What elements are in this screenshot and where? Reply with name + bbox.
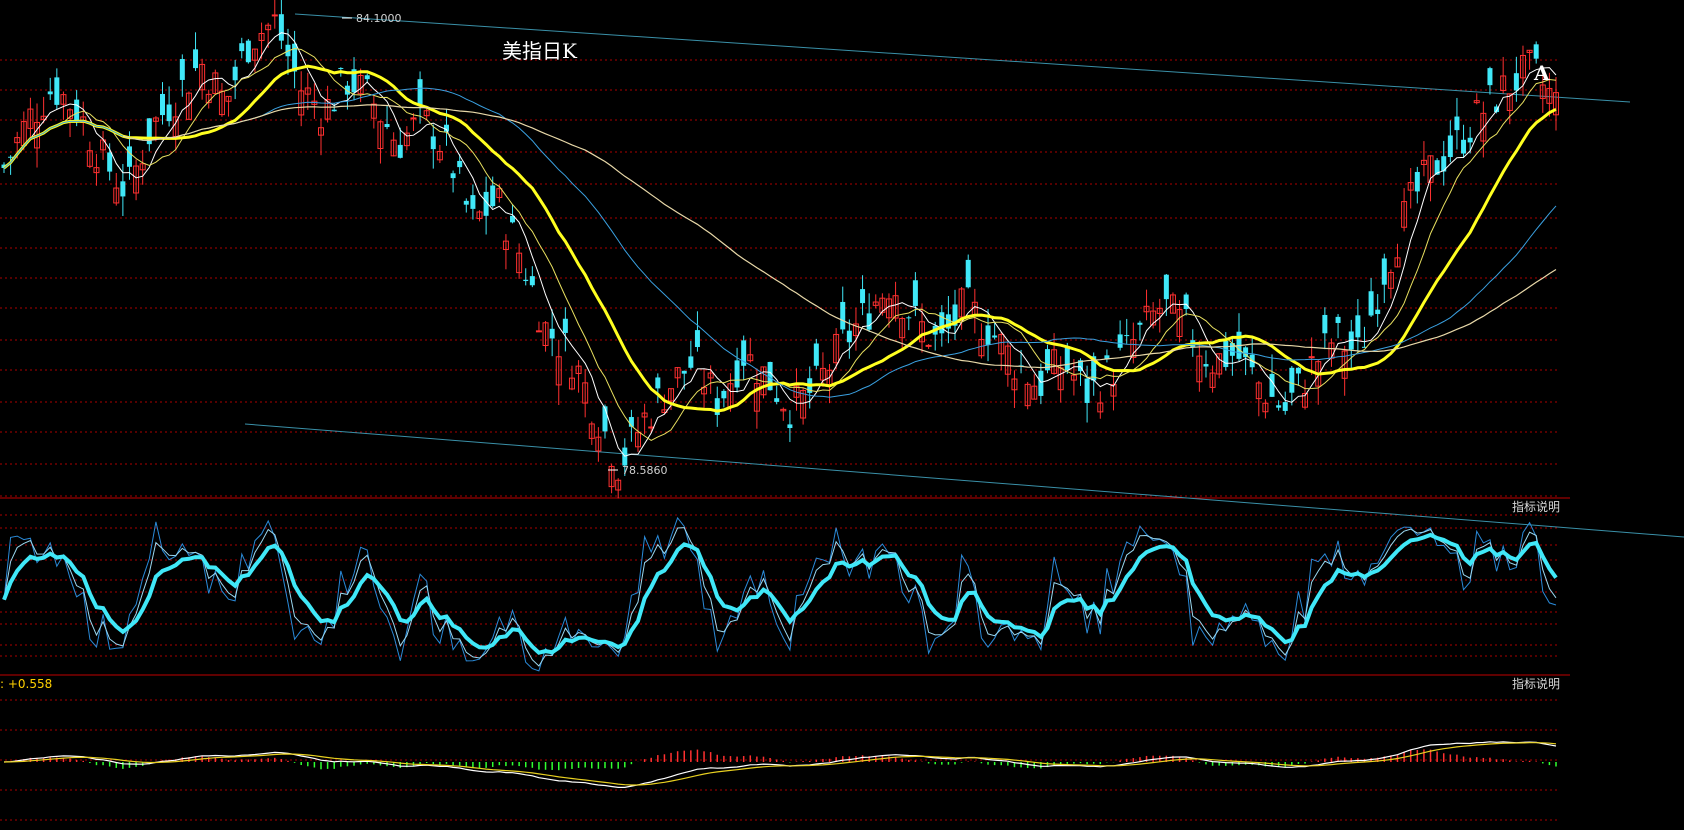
candle-body xyxy=(1137,322,1143,325)
candle-body xyxy=(1117,334,1123,348)
candle-body xyxy=(602,406,608,432)
candle-body xyxy=(1461,139,1467,154)
candle-body xyxy=(912,280,918,306)
candle-body xyxy=(721,390,727,399)
candle-body xyxy=(410,117,417,120)
candle-body xyxy=(694,330,700,348)
candle-body xyxy=(787,424,793,429)
candle-body xyxy=(166,104,172,122)
candle-body xyxy=(774,398,780,402)
candle-body xyxy=(126,146,132,167)
candle-body xyxy=(397,144,403,158)
candle-body xyxy=(1295,367,1301,374)
candle-body xyxy=(1322,314,1328,334)
candle-body xyxy=(107,152,113,172)
candle-body xyxy=(1414,171,1420,192)
candle-body xyxy=(430,136,436,150)
candle-body xyxy=(8,156,14,158)
candle-body xyxy=(734,360,740,388)
candle-body xyxy=(463,200,469,205)
candle-body xyxy=(120,181,126,197)
candle-body xyxy=(1308,356,1315,359)
candle-body xyxy=(74,99,80,122)
candle-body xyxy=(813,343,819,366)
candle-body xyxy=(232,66,238,81)
candle-body xyxy=(160,93,166,116)
kdj-indicator-help-button[interactable]: 指标说明 xyxy=(1512,499,1560,514)
candle-body xyxy=(860,289,866,304)
chart-title: 美指日K xyxy=(502,39,578,63)
candle-body xyxy=(245,40,251,63)
candle-body xyxy=(1467,137,1473,143)
candle-body xyxy=(54,77,60,105)
candle-body xyxy=(193,49,199,69)
candle-body xyxy=(535,330,542,333)
candle-body xyxy=(681,370,687,374)
candle-body xyxy=(384,124,390,128)
candle-body xyxy=(1124,335,1130,337)
candle-body xyxy=(925,344,932,347)
candle-body xyxy=(417,79,423,105)
low-price-label: 78.5860 xyxy=(622,464,668,477)
candle-body xyxy=(1335,316,1341,323)
candle-body xyxy=(1276,405,1282,408)
candle-body xyxy=(278,14,284,41)
candle-body xyxy=(1269,373,1275,397)
candle-body xyxy=(985,325,991,345)
candle-body xyxy=(239,43,245,52)
candle-body xyxy=(1381,258,1387,285)
candle-body xyxy=(688,356,694,368)
macd-indicator-help-button[interactable]: 指标说明 xyxy=(1512,676,1560,691)
annotation-mark-a: A xyxy=(1533,61,1550,85)
candle-body xyxy=(1289,367,1295,393)
candle-body xyxy=(1163,274,1169,300)
candle-body xyxy=(846,330,852,343)
candle-body xyxy=(1368,291,1374,316)
candle-body xyxy=(840,301,846,330)
candle-body xyxy=(450,173,456,179)
candlestick-chart: 美指日K A 84.1000 78.5860 指标说明 指标说明 : +0.55… xyxy=(0,0,1684,830)
candle-body xyxy=(457,160,463,168)
candle-body xyxy=(939,312,945,334)
candle-body xyxy=(1513,73,1519,91)
candle-body xyxy=(1355,315,1361,338)
candle-body xyxy=(1203,364,1209,367)
candle-body xyxy=(470,195,476,209)
candle-body xyxy=(47,91,53,95)
candle-body xyxy=(529,276,535,286)
candle-body xyxy=(271,14,278,17)
candle-body xyxy=(992,335,998,338)
candle-body xyxy=(906,317,912,319)
candle-body xyxy=(655,377,661,389)
candle-body xyxy=(1487,68,1493,86)
candle-body xyxy=(1038,370,1044,396)
candle-body xyxy=(866,313,872,330)
candle-body xyxy=(549,328,555,339)
candle-body xyxy=(965,259,971,288)
candle-body xyxy=(523,279,529,282)
candle-body xyxy=(1454,116,1460,131)
macd-value-label: : +0.558 xyxy=(0,677,52,691)
candle-body xyxy=(338,67,344,69)
candle xyxy=(245,38,251,64)
candle-body xyxy=(1282,402,1288,411)
candle-body xyxy=(1447,135,1453,158)
candle-body xyxy=(490,185,496,207)
candle-body xyxy=(1084,378,1090,403)
candle-body xyxy=(1533,44,1539,59)
candle-body xyxy=(364,75,370,80)
candle-body xyxy=(1064,346,1070,371)
high-price-label: 84.1000 xyxy=(356,12,402,25)
candle-body xyxy=(1375,309,1381,315)
candle-body xyxy=(331,109,337,112)
candle-body xyxy=(179,59,185,80)
candle-body xyxy=(562,318,568,333)
